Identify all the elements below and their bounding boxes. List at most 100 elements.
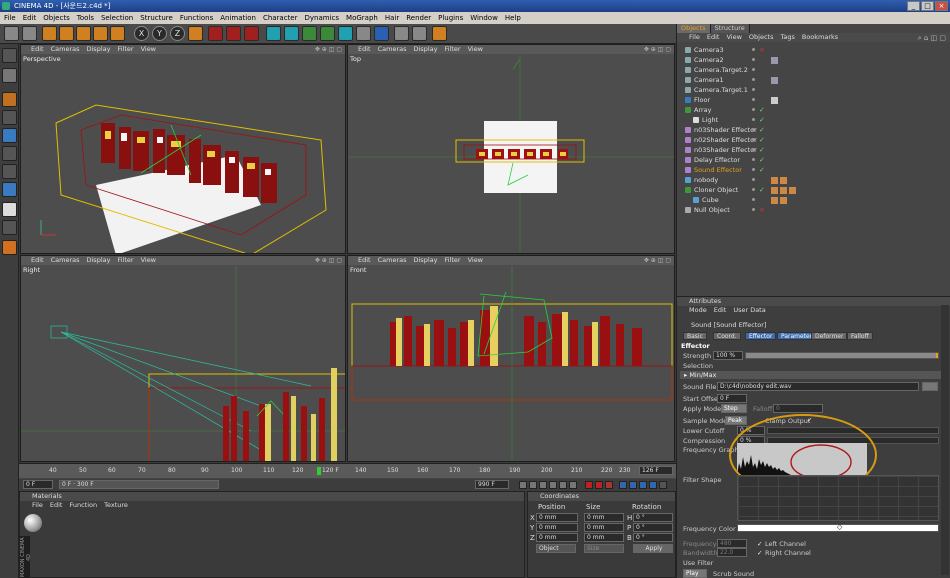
scene-icon[interactable] — [356, 26, 371, 41]
tab-objects[interactable]: Objects — [677, 24, 711, 33]
timeline-playhead[interactable] — [317, 467, 321, 475]
spline-icon[interactable] — [284, 26, 299, 41]
object-row[interactable]: Camera1 — [677, 75, 950, 85]
material-tag-icon[interactable] — [771, 197, 778, 204]
enable-check[interactable]: ✓ — [759, 125, 765, 135]
material-tag-icon[interactable] — [780, 177, 787, 184]
deformer-icon[interactable] — [338, 26, 353, 41]
record-icon[interactable] — [585, 481, 593, 489]
menu-character[interactable]: Character — [263, 12, 298, 24]
key-scale-icon[interactable] — [629, 481, 637, 489]
current-frame-field[interactable]: 0 F — [23, 480, 53, 489]
enable-check[interactable]: ✓ — [759, 115, 765, 125]
menu-hair[interactable]: Hair — [385, 12, 399, 24]
texture-mode-icon[interactable] — [2, 110, 17, 125]
object-row[interactable]: Camera.Target.1 — [677, 85, 950, 95]
menu-dynamics[interactable]: Dynamics — [305, 12, 340, 24]
tweak-icon[interactable] — [2, 220, 17, 235]
position-y-field[interactable]: 0 mm — [536, 523, 578, 532]
array-icon[interactable] — [320, 26, 335, 41]
material-swatch[interactable] — [24, 514, 42, 532]
redo-icon[interactable] — [22, 26, 37, 41]
obj-menu-objects[interactable]: Objects — [749, 33, 774, 42]
material-tag-icon[interactable] — [771, 187, 778, 194]
enable-check[interactable]: × — [759, 45, 765, 55]
goto-end-icon[interactable] — [569, 481, 577, 489]
menu-structure[interactable]: Structure — [140, 12, 173, 24]
object-row[interactable]: n03Shader Effector ✓ — [677, 125, 950, 135]
enable-check[interactable]: × — [759, 205, 765, 215]
render-picture-icon[interactable] — [226, 26, 241, 41]
object-row[interactable]: Null Object × — [677, 205, 950, 215]
rotation-b-field[interactable]: 0 ° — [633, 533, 673, 542]
visibility-dots[interactable] — [752, 188, 755, 191]
visibility-dots[interactable] — [752, 48, 755, 51]
play-back-icon[interactable] — [539, 481, 547, 489]
tab-structure[interactable]: Structure — [710, 24, 750, 33]
bandwidth-field[interactable]: 22.0 — [717, 548, 747, 557]
object-row[interactable]: Camera3 × — [677, 45, 950, 55]
attr-tab-deformer[interactable]: Deformer — [811, 332, 848, 340]
visibility-dots[interactable] — [752, 68, 755, 71]
material-tag-icon[interactable] — [771, 177, 778, 184]
menu-mograph[interactable]: MoGraph — [346, 12, 378, 24]
attr-tab-effector[interactable]: Effector — [745, 332, 777, 340]
visibility-dots[interactable] — [752, 158, 755, 161]
key-icon[interactable] — [605, 481, 613, 489]
autokey-icon[interactable] — [595, 481, 603, 489]
play-button[interactable]: Play — [683, 569, 707, 578]
make-editable-icon[interactable] — [2, 48, 17, 63]
points-mode-icon[interactable] — [2, 128, 17, 143]
key-rotation-icon[interactable] — [639, 481, 647, 489]
maximize-button[interactable]: □ — [921, 1, 934, 11]
render-view-icon[interactable] — [208, 26, 223, 41]
left-channel-checkbox[interactable]: ✓ — [757, 540, 762, 548]
obj-menu-view[interactable]: View — [726, 33, 741, 42]
obj-menu-edit[interactable]: Edit — [707, 33, 720, 42]
viewport-front[interactable]: Edit Cameras Display Filter View Front ✥… — [347, 255, 675, 462]
select-arrow-icon[interactable] — [42, 26, 57, 41]
object-row[interactable]: Light ✓ — [677, 115, 950, 125]
rotate-icon[interactable] — [93, 26, 108, 41]
visibility-dots[interactable] — [752, 78, 755, 81]
render-settings-icon[interactable] — [244, 26, 259, 41]
visibility-dots[interactable] — [752, 168, 755, 171]
visibility-dots[interactable] — [752, 208, 755, 211]
obj-menu-bookmarks[interactable]: Bookmarks — [802, 33, 838, 42]
axis-x-button[interactable]: X — [134, 26, 149, 41]
coord-mode-select[interactable]: Object — [536, 544, 576, 553]
key-param-icon[interactable] — [649, 481, 657, 489]
axis-z-button[interactable]: Z — [170, 26, 185, 41]
timeline-menu-icon[interactable] — [659, 481, 667, 489]
viewport-right[interactable]: Edit Cameras Display Filter View Right ✥… — [20, 255, 346, 462]
cube-icon[interactable] — [266, 26, 281, 41]
nurbs-icon[interactable] — [302, 26, 317, 41]
menu-render[interactable]: Render — [406, 12, 431, 24]
polygons-mode-icon[interactable] — [2, 164, 17, 179]
visibility-dots[interactable] — [752, 118, 755, 121]
object-row[interactable]: Delay Effector ✓ — [677, 155, 950, 165]
attr-menu-userdata[interactable]: User Data — [733, 306, 765, 315]
menu-functions[interactable]: Functions — [180, 12, 213, 24]
enable-check[interactable]: ✓ — [759, 185, 765, 195]
strength-field[interactable]: 100 % — [713, 351, 743, 360]
mat-menu-texture[interactable]: Texture — [104, 501, 128, 510]
axis-y-button[interactable]: Y — [152, 26, 167, 41]
menu-animation[interactable]: Animation — [220, 12, 256, 24]
menu-help[interactable]: Help — [505, 12, 521, 24]
material-tag-icon[interactable] — [789, 187, 796, 194]
range-slider[interactable]: 0 F · 300 F — [59, 480, 219, 489]
viewport-perspective[interactable]: Edit Cameras Display Filter View Perspec… — [20, 44, 346, 254]
scale-icon[interactable] — [76, 26, 91, 41]
menu-file[interactable]: File — [4, 12, 16, 24]
object-row[interactable]: Camera.Target.2 — [677, 65, 950, 75]
obj-menu-file[interactable]: File — [689, 33, 700, 42]
enable-check[interactable]: ✓ — [759, 165, 765, 175]
gradient-knot-icon[interactable]: ◇ — [837, 523, 842, 531]
end-frame-right[interactable]: 126 F — [639, 466, 673, 475]
menu-plugins[interactable]: Plugins — [438, 12, 463, 24]
close-button[interactable]: × — [935, 1, 948, 11]
obj-menu-tags[interactable]: Tags — [780, 33, 794, 42]
material-tag-icon[interactable] — [780, 187, 787, 194]
search-icon[interactable]: ⌕ ⌂ ◫ ▢ — [918, 34, 946, 43]
